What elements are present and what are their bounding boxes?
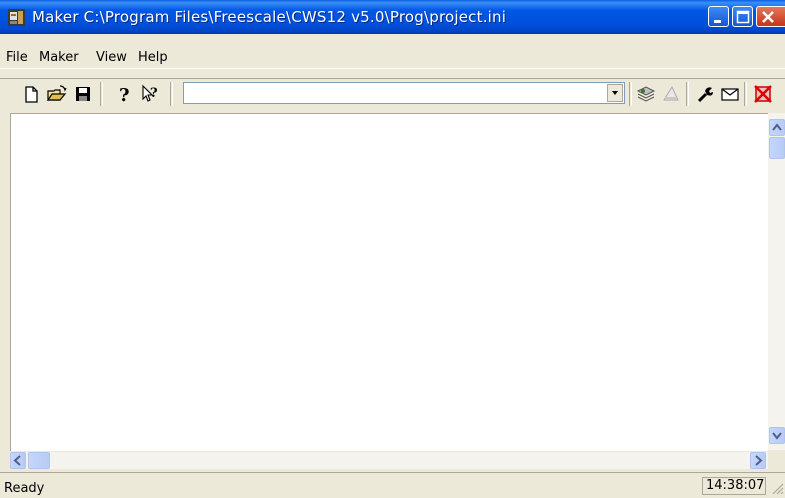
toolbar-separator <box>170 82 173 106</box>
options-icon[interactable] <box>694 82 716 106</box>
status-text: Ready <box>4 481 45 496</box>
chevron-down-icon <box>612 91 618 95</box>
title-bar[interactable]: Maker C:\Program Files\Freescale\CWS12 v… <box>0 0 785 34</box>
maximize-button[interactable] <box>732 6 753 27</box>
chevron-left-icon <box>13 455 21 466</box>
vertical-scroll-thumb[interactable] <box>769 137 785 159</box>
make-icon[interactable] <box>635 82 657 106</box>
menu-file[interactable]: File <box>6 50 28 65</box>
menu-help[interactable]: Help <box>138 50 168 65</box>
chevron-up-icon <box>772 123 782 131</box>
scroll-up-button[interactable] <box>769 119 785 136</box>
chevron-right-icon <box>755 455 763 466</box>
maker-app-icon[interactable] <box>8 9 25 26</box>
status-clock: 14:38:07 <box>702 477 766 495</box>
menu-bar: File Maker View Help <box>0 34 785 69</box>
close-button[interactable] <box>756 6 785 27</box>
close-red-icon[interactable] <box>752 82 774 106</box>
command-combo[interactable] <box>183 82 625 104</box>
help-icon[interactable]: ? <box>114 82 136 106</box>
scroll-right-button[interactable] <box>750 452 766 469</box>
toolbar-separator <box>629 82 632 106</box>
open-folder-icon[interactable] <box>46 82 68 106</box>
scroll-left-button[interactable] <box>10 452 26 469</box>
scroll-down-button[interactable] <box>769 427 785 444</box>
window-title: Maker C:\Program Files\Freescale\CWS12 v… <box>32 8 507 26</box>
svg-text:?: ? <box>150 86 158 101</box>
menu-view[interactable]: View <box>96 50 127 65</box>
resize-grip-icon[interactable] <box>770 481 784 495</box>
vertical-scrollbar[interactable] <box>768 113 785 450</box>
save-icon[interactable] <box>72 82 94 106</box>
context-help-icon[interactable]: ? <box>140 82 162 106</box>
status-bar: Ready 14:38:07 <box>0 472 785 498</box>
mail-icon[interactable] <box>719 82 741 106</box>
toolbar-separator <box>686 82 689 106</box>
maker-window: Maker C:\Program Files\Freescale\CWS12 v… <box>0 0 785 498</box>
close-icon <box>762 11 774 23</box>
stop-icon[interactable] <box>660 82 682 106</box>
toolbar-separator <box>100 82 103 106</box>
maximize-icon <box>736 10 750 24</box>
toolbar: ? ? <box>0 78 785 111</box>
horizontal-scrollbar[interactable] <box>10 452 768 469</box>
minimize-icon <box>714 20 721 23</box>
horizontal-scroll-thumb[interactable] <box>28 452 50 469</box>
toolbar-separator <box>744 82 747 106</box>
menu-maker[interactable]: Maker <box>39 50 79 65</box>
svg-text:?: ? <box>119 85 130 106</box>
minimize-button[interactable] <box>708 6 729 27</box>
chevron-down-icon <box>772 432 782 440</box>
output-area[interactable] <box>10 113 768 451</box>
new-file-icon[interactable] <box>20 82 42 106</box>
combo-dropdown-button[interactable] <box>607 84 623 102</box>
